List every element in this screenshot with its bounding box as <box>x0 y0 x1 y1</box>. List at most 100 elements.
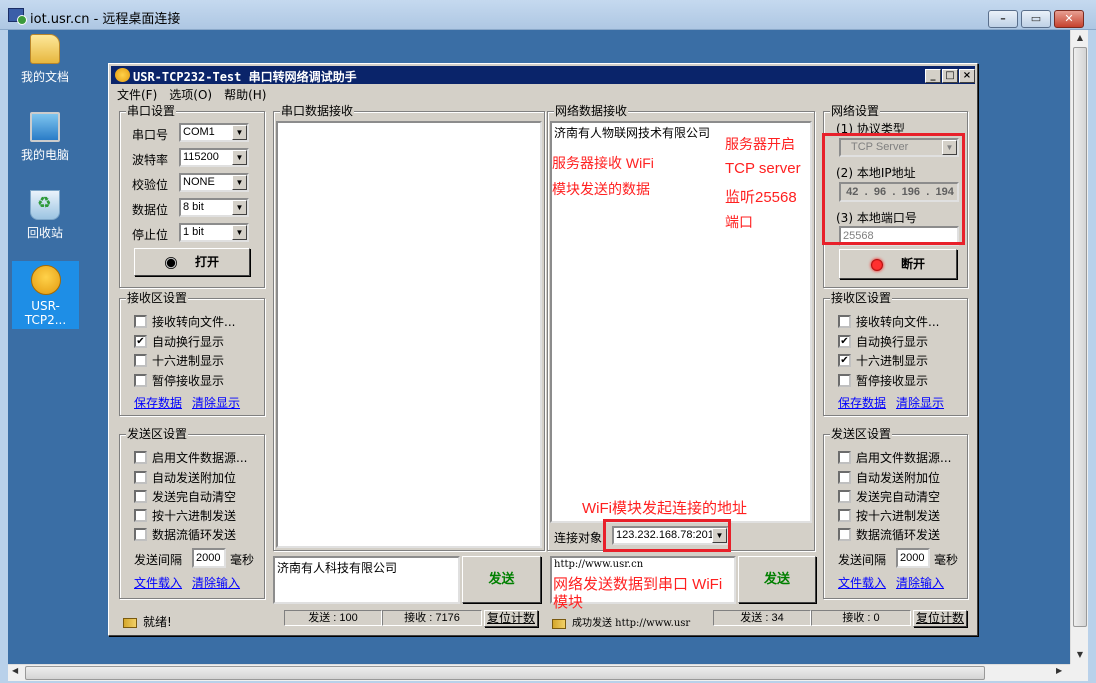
checkbox-icon <box>838 374 851 387</box>
recycle-bin-icon <box>30 190 60 220</box>
horizontal-scrollbar[interactable]: ◀ ▶ <box>8 664 1070 681</box>
right-interval-input[interactable]: 2000 <box>896 548 930 568</box>
pointing-hand-icon <box>552 618 566 629</box>
menu-file[interactable]: 文件(F) <box>117 86 157 104</box>
window-frame-right <box>1088 30 1096 683</box>
left-clear-input-link[interactable]: 清除输入 <box>192 574 240 591</box>
port-label: 串口号 <box>132 128 169 142</box>
checkbox-icon <box>838 315 851 328</box>
right-clear-display-link[interactable]: 清除显示 <box>896 394 944 411</box>
left-file-source-checkbox[interactable]: 启用文件数据源... <box>134 449 247 466</box>
chevron-down-icon: ▼ <box>232 200 247 215</box>
checkbox-icon <box>134 490 147 503</box>
right-clear-input-link[interactable]: 清除输入 <box>896 574 944 591</box>
left-load-file-link[interactable]: 文件载入 <box>134 574 182 591</box>
right-auto-newline-checkbox[interactable]: ✔ 自动换行显示 <box>838 333 928 350</box>
highlight-connection-target <box>603 519 731 552</box>
serial-send-input[interactable]: 济南有人科技有限公司 <box>273 556 460 604</box>
app-close-button[interactable]: × <box>959 69 975 83</box>
serial-settings-group: 串口设置 串口号 COM1 ▼ 波特率 115200 ▼ 校验位 NONE ▼ 数据位… <box>119 104 265 288</box>
desktop-icon-usr-tcp[interactable]: USR-TCP2... <box>12 261 79 329</box>
vertical-scroll-thumb[interactable] <box>1073 47 1087 627</box>
right-recv-to-file-checkbox[interactable]: 接收转向文件... <box>838 313 939 330</box>
scroll-right-arrow-icon[interactable]: ▶ <box>1056 666 1062 675</box>
rdp-title-bar: iot.usr.cn - 远程桌面连接 – ▭ ✕ <box>0 0 1096 30</box>
parity-select[interactable]: NONE ▼ <box>179 173 249 192</box>
desktop-icon-recycle-bin[interactable]: 回收站 <box>9 190 81 241</box>
serial-send-button[interactable]: 发送 <box>462 556 541 603</box>
right-hex-display-checkbox[interactable]: ✔ 十六进制显示 <box>838 352 928 369</box>
rdp-close-button[interactable]: ✕ <box>1054 10 1084 28</box>
serial-receive-textarea[interactable] <box>276 121 542 548</box>
annotation-server-open-4: 端口 <box>725 214 753 230</box>
serial-reset-count-button[interactable]: 复位计数 <box>484 610 538 627</box>
folder-documents-icon <box>30 34 60 64</box>
annotation-net-send-2: 模块 <box>553 594 584 611</box>
disconnect-button[interactable]: 断开 <box>839 249 957 279</box>
right-file-source-checkbox[interactable]: 启用文件数据源... <box>838 449 951 466</box>
left-loop-send-checkbox[interactable]: 数据流循环发送 <box>134 526 236 543</box>
menu-options[interactable]: 选项(O) <box>169 86 212 104</box>
network-receive-group: 网络数据接收 济南有人物联网技术有限公司 连接对象: 123.232.168.7… <box>547 104 815 551</box>
checkbox-icon <box>838 490 851 503</box>
network-status: 成功发送 http://www.usr <box>552 614 712 629</box>
right-loop-send-checkbox[interactable]: 数据流循环发送 <box>838 526 940 543</box>
status-lamp-red-icon <box>870 258 883 271</box>
desktop-icon-my-computer[interactable]: 我的电脑 <box>9 112 81 163</box>
left-hex-display-checkbox[interactable]: 十六进制显示 <box>134 352 224 369</box>
left-save-data-link[interactable]: 保存数据 <box>134 394 182 411</box>
left-recv-to-file-checkbox[interactable]: 接收转向文件... <box>134 313 235 330</box>
network-reset-count-button[interactable]: 复位计数 <box>913 610 967 627</box>
menu-help[interactable]: 帮助(H) <box>224 86 266 104</box>
rdp-window-title: iot.usr.cn - 远程桌面连接 <box>30 12 181 27</box>
checkbox-icon <box>838 471 851 484</box>
right-auto-clear-checkbox[interactable]: 发送完自动清空 <box>838 488 940 505</box>
left-status: 就绪! <box>123 613 172 630</box>
serial-sent-count: 发送 : 100 <box>284 610 382 626</box>
rdp-minimize-button[interactable]: – <box>988 10 1018 28</box>
network-send-button[interactable]: 发送 <box>738 556 816 603</box>
rdp-maximize-button[interactable]: ▭ <box>1021 10 1051 28</box>
scroll-left-arrow-icon[interactable]: ◀ <box>12 666 18 675</box>
right-hex-send-checkbox[interactable]: 按十六进制发送 <box>838 507 940 524</box>
horizontal-scroll-thumb[interactable] <box>25 666 985 680</box>
right-send-settings-group: 发送区设置 启用文件数据源... 自动发送附加位 发送完自动清空 按十六进制发送… <box>823 427 968 599</box>
left-pause-display-checkbox[interactable]: 暂停接收显示 <box>134 372 224 389</box>
stopbits-select[interactable]: 1 bit ▼ <box>179 223 249 242</box>
resize-grip[interactable] <box>1070 664 1088 681</box>
right-load-file-link[interactable]: 文件载入 <box>838 574 886 591</box>
network-received-count: 接收 : 0 <box>811 610 911 626</box>
scroll-down-arrow-icon[interactable]: ▼ <box>1071 650 1089 659</box>
serial-received-count: 接收 : 7176 <box>382 610 482 626</box>
scroll-up-arrow-icon[interactable]: ▲ <box>1071 33 1089 42</box>
annotation-wifi-address: WiFi模块发起连接的地址 <box>582 500 747 517</box>
chevron-down-icon: ▼ <box>232 225 247 240</box>
status-lamp-icon <box>164 256 177 269</box>
annotation-server-receive-1: 服务器接收 WiFi <box>552 155 654 171</box>
checkmark-icon: ✔ <box>838 335 851 348</box>
left-hex-send-checkbox[interactable]: 按十六进制发送 <box>134 507 236 524</box>
checkbox-icon <box>838 451 851 464</box>
vertical-scrollbar[interactable]: ▲ ▼ <box>1070 30 1088 664</box>
desktop-icon-my-documents[interactable]: 我的文档 <box>9 34 81 85</box>
computer-icon <box>30 112 60 142</box>
checkbox-icon <box>134 315 147 328</box>
left-auto-newline-checkbox[interactable]: ✔ 自动换行显示 <box>134 333 224 350</box>
databits-select[interactable]: 8 bit ▼ <box>179 198 249 217</box>
right-append-bit-checkbox[interactable]: 自动发送附加位 <box>838 469 940 486</box>
left-interval-input[interactable]: 2000 <box>192 548 226 568</box>
chevron-down-icon: ▼ <box>232 150 247 165</box>
right-pause-display-checkbox[interactable]: 暂停接收显示 <box>838 372 928 389</box>
right-save-data-link[interactable]: 保存数据 <box>838 394 886 411</box>
baud-select[interactable]: 115200 ▼ <box>179 148 249 167</box>
left-append-bit-checkbox[interactable]: 自动发送附加位 <box>134 469 236 486</box>
checkbox-icon <box>134 509 147 522</box>
port-select[interactable]: COM1 ▼ <box>179 123 249 142</box>
open-port-button[interactable]: 打开 <box>134 248 250 276</box>
app-minimize-button[interactable]: _ <box>925 69 941 83</box>
remote-desktop-icon <box>8 8 27 25</box>
left-clear-display-link[interactable]: 清除显示 <box>192 394 240 411</box>
annotation-server-open-2: TCP server <box>725 160 801 177</box>
app-maximize-button[interactable]: □ <box>942 69 958 83</box>
left-auto-clear-checkbox[interactable]: 发送完自动清空 <box>134 488 236 505</box>
